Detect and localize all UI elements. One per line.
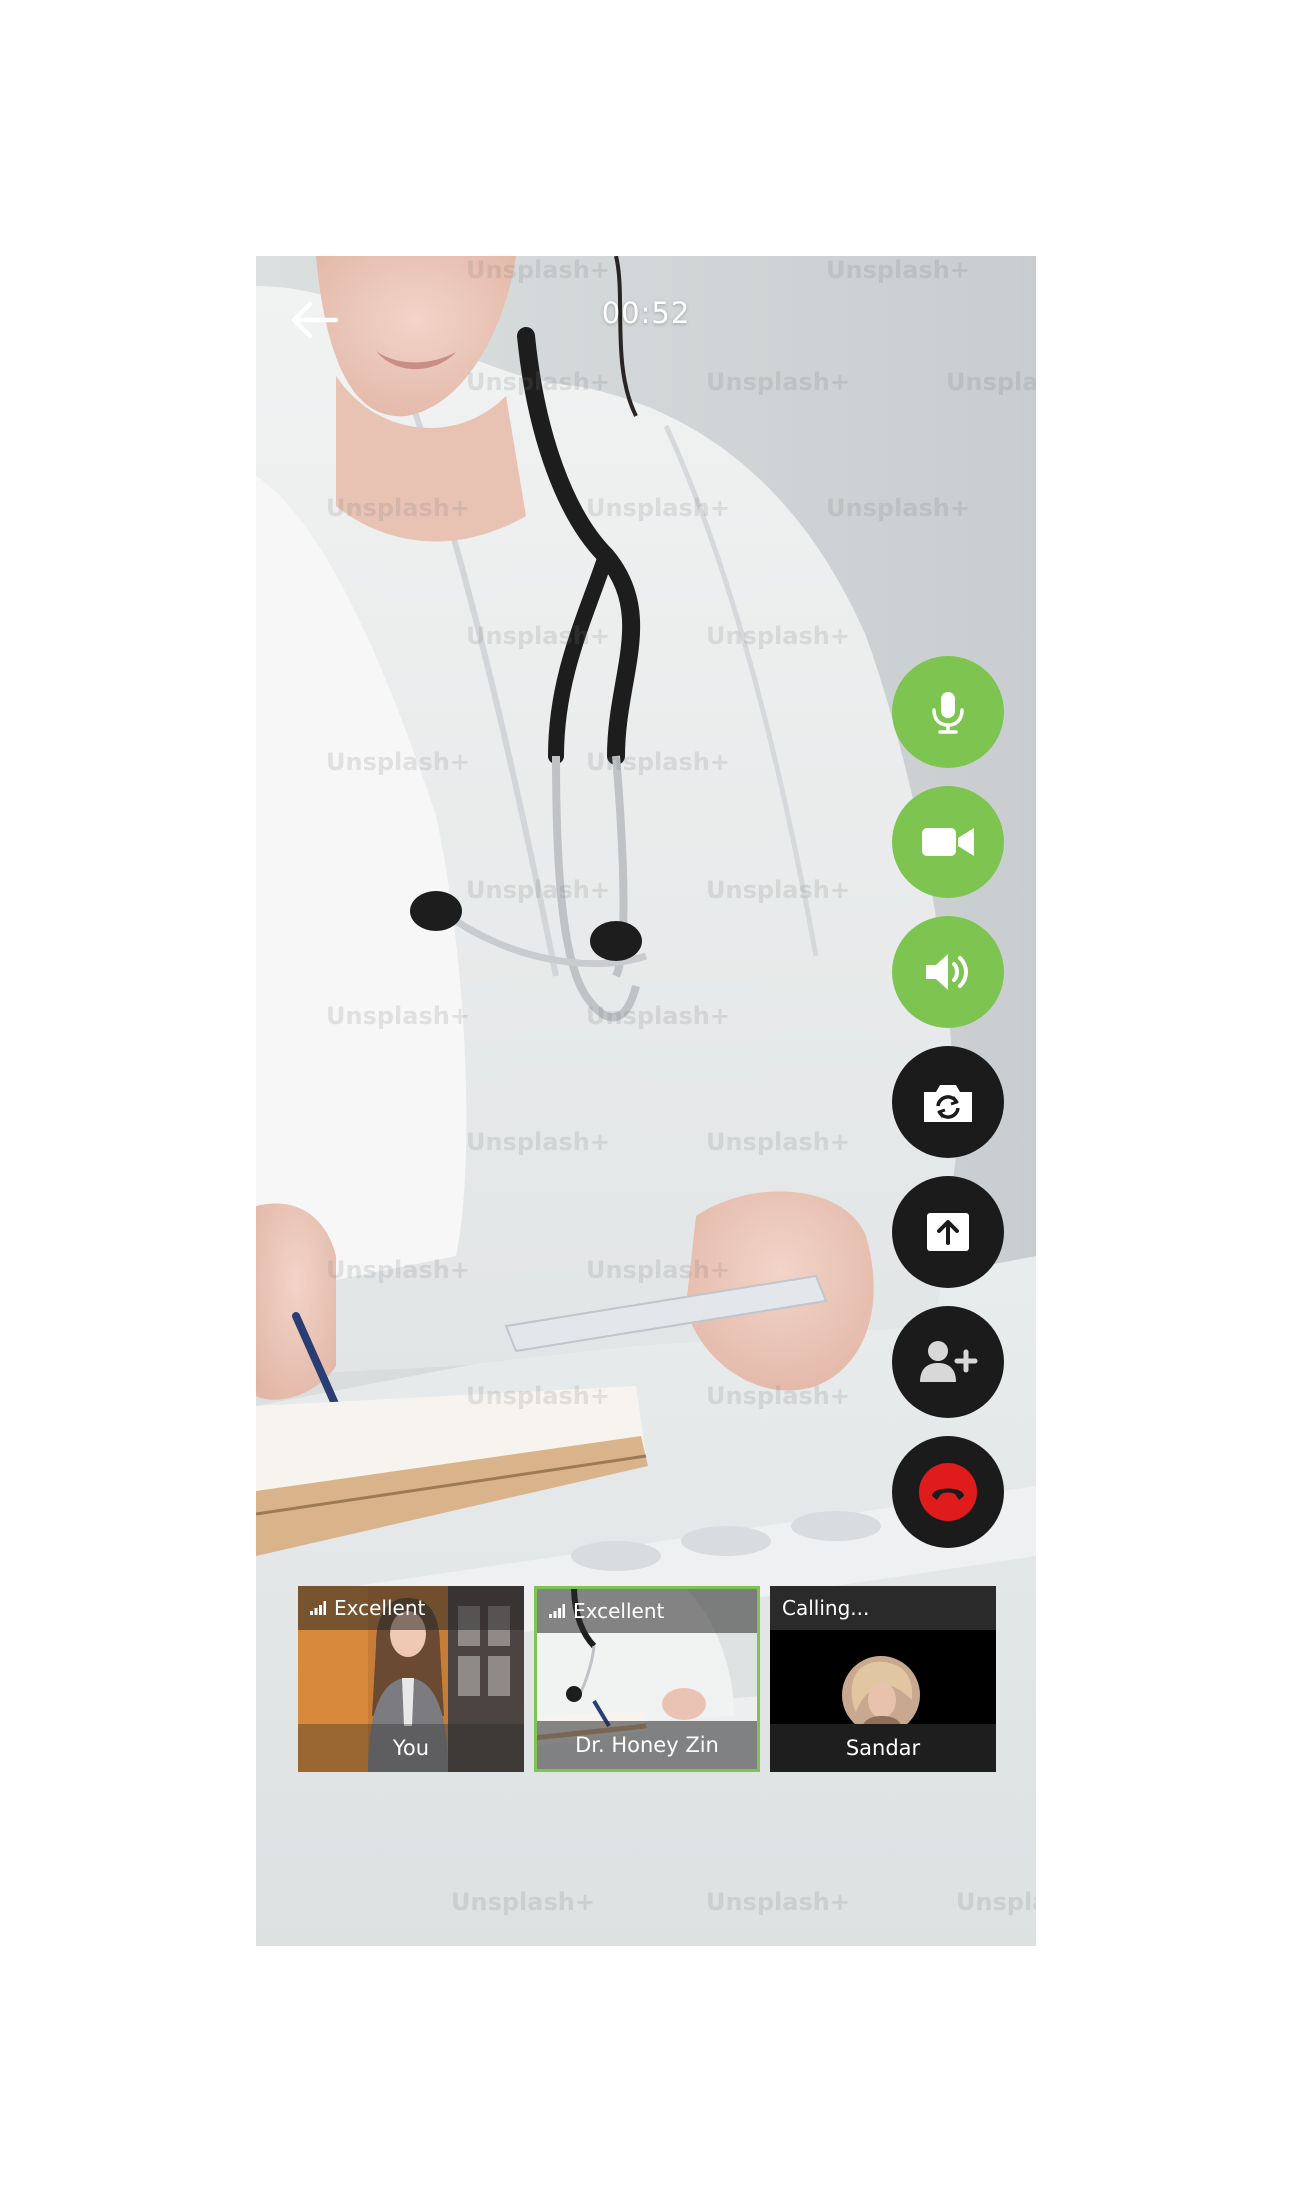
watermark-text: Unsplash+ xyxy=(946,368,1036,396)
participant-strip: Excellent You Excellent Dr. Honey Zin Ca… xyxy=(298,1586,998,1772)
add-user-icon xyxy=(920,1341,978,1382)
watermark-text: Unsplash+ xyxy=(586,1002,730,1030)
call-header: 00:52 xyxy=(256,256,1036,366)
switch-camera-button[interactable] xyxy=(892,1046,1004,1158)
video-call-screen: Unsplash+ Unsplash+ Unsplash+ Unsplash+ … xyxy=(256,256,1036,1946)
watermark-text: Unsplash+ xyxy=(586,494,730,522)
add-participant-button[interactable] xyxy=(892,1306,1004,1418)
participant-name: Sandar xyxy=(770,1724,996,1772)
avatar xyxy=(842,1656,920,1734)
watermark-text: Unsplash+ xyxy=(326,748,470,776)
participant-name: Dr. Honey Zin xyxy=(537,1721,757,1769)
call-status-label: Calling... xyxy=(782,1596,870,1620)
participant-name: You xyxy=(298,1724,524,1772)
hang-up-icon xyxy=(919,1463,977,1521)
speaker-icon xyxy=(926,954,968,990)
video-toggle-button[interactable] xyxy=(892,786,1004,898)
call-timer: 00:52 xyxy=(601,296,691,330)
watermark-text: Unsplash+ xyxy=(466,1128,610,1156)
watermark-text: Unsplash+ xyxy=(706,622,850,650)
speaker-button[interactable] xyxy=(892,916,1004,1028)
watermark-text: Unsplash+ xyxy=(826,494,970,522)
watermark-text: Unsplash+ xyxy=(326,1256,470,1284)
watermark-text: Unsplash+ xyxy=(706,876,850,904)
watermark-text: Unsplash+ xyxy=(466,876,610,904)
camera-switch-icon xyxy=(924,1085,972,1122)
connection-status: Excellent xyxy=(537,1589,757,1633)
watermark-text: Unsplash+ xyxy=(326,494,470,522)
call-controls xyxy=(892,656,1004,1566)
participant-tile-sandar[interactable]: Calling... Sandar xyxy=(770,1586,996,1772)
participant-tile-you[interactable]: Excellent You xyxy=(298,1586,524,1772)
watermark-text: Unsplash+ xyxy=(586,1256,730,1284)
watermark-text: Unsplash+ xyxy=(466,622,610,650)
watermark-text: Unsplash+ xyxy=(706,1128,850,1156)
watermark-text: Unsplash+ xyxy=(706,368,850,396)
watermark-text: Unsplash+ xyxy=(466,368,610,396)
watermark-text: Unsplash+ xyxy=(706,1888,850,1916)
call-status: Calling... xyxy=(770,1586,996,1630)
video-camera-icon xyxy=(922,828,974,856)
connection-status: Excellent xyxy=(298,1586,524,1630)
watermark-text: Unsplash+ xyxy=(466,1382,610,1410)
watermark-text: Unsplash+ xyxy=(956,1888,1036,1916)
participant-tile-dr-honey-zin[interactable]: Excellent Dr. Honey Zin xyxy=(534,1586,760,1772)
share-screen-button[interactable] xyxy=(892,1176,1004,1288)
watermark-text: Unsplash+ xyxy=(586,748,730,776)
microphone-button[interactable] xyxy=(892,656,1004,768)
signal-strength-icon xyxy=(549,1604,565,1618)
signal-strength-icon xyxy=(310,1601,326,1615)
end-call-button[interactable] xyxy=(892,1436,1004,1548)
share-screen-icon xyxy=(927,1213,969,1251)
watermark-text: Unsplash+ xyxy=(326,1002,470,1030)
connection-quality-label: Excellent xyxy=(573,1599,665,1623)
microphone-icon xyxy=(932,692,964,734)
connection-quality-label: Excellent xyxy=(334,1596,426,1620)
watermark-text: Unsplash+ xyxy=(451,1888,595,1916)
watermark-text: Unsplash+ xyxy=(706,1382,850,1410)
